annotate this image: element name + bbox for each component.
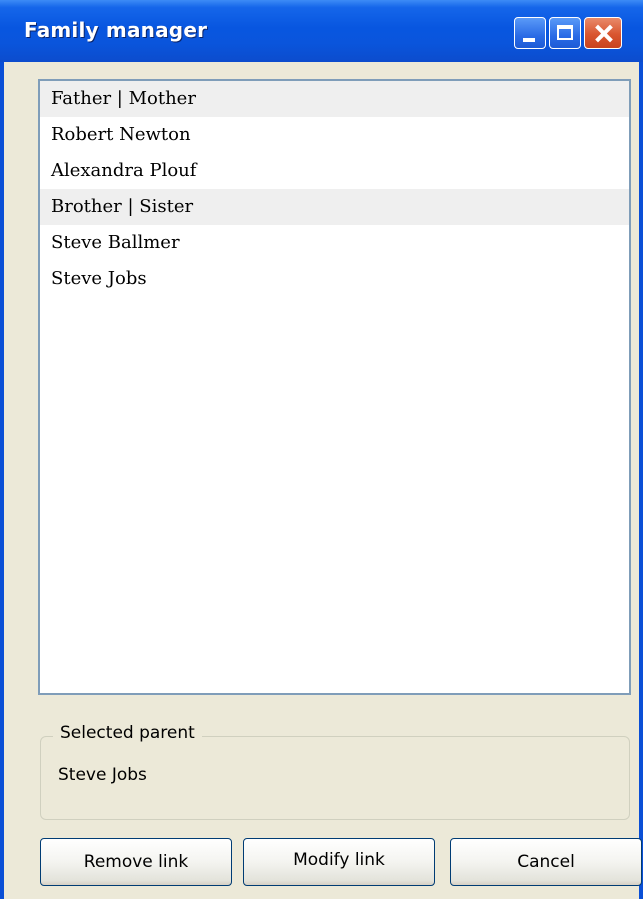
list-item-alexandra-plouf[interactable]: Alexandra Plouf bbox=[40, 153, 629, 189]
selected-parent-legend: Selected parent bbox=[53, 723, 202, 743]
close-button[interactable] bbox=[584, 17, 622, 49]
close-icon bbox=[585, 18, 621, 48]
family-manager-window: Family manager Father | Mother Robert Ne… bbox=[0, 0, 643, 899]
family-list[interactable]: Father | Mother Robert Newton Alexandra … bbox=[38, 79, 631, 695]
title-bar[interactable]: Family manager bbox=[0, 0, 643, 62]
minimize-button[interactable] bbox=[514, 17, 546, 49]
list-item-brother-sister[interactable]: Brother | Sister bbox=[40, 189, 629, 225]
list-item-father-mother[interactable]: Father | Mother bbox=[40, 81, 629, 117]
selected-parent-value: Steve Jobs bbox=[58, 765, 147, 785]
remove-link-button[interactable]: Remove link bbox=[40, 838, 232, 886]
list-item-steve-ballmer[interactable]: Steve Ballmer bbox=[40, 225, 629, 261]
maximize-button[interactable] bbox=[549, 17, 581, 49]
selected-parent-group: Selected parent Steve Jobs bbox=[40, 723, 630, 820]
minimize-icon bbox=[523, 38, 535, 42]
window-title: Family manager bbox=[24, 18, 208, 42]
modify-link-button[interactable]: Modify link bbox=[243, 838, 435, 886]
maximize-icon bbox=[557, 25, 573, 40]
cancel-button[interactable]: Cancel bbox=[450, 838, 642, 886]
list-item-steve-jobs[interactable]: Steve Jobs bbox=[40, 261, 629, 297]
list-item-robert-newton[interactable]: Robert Newton bbox=[40, 117, 629, 153]
